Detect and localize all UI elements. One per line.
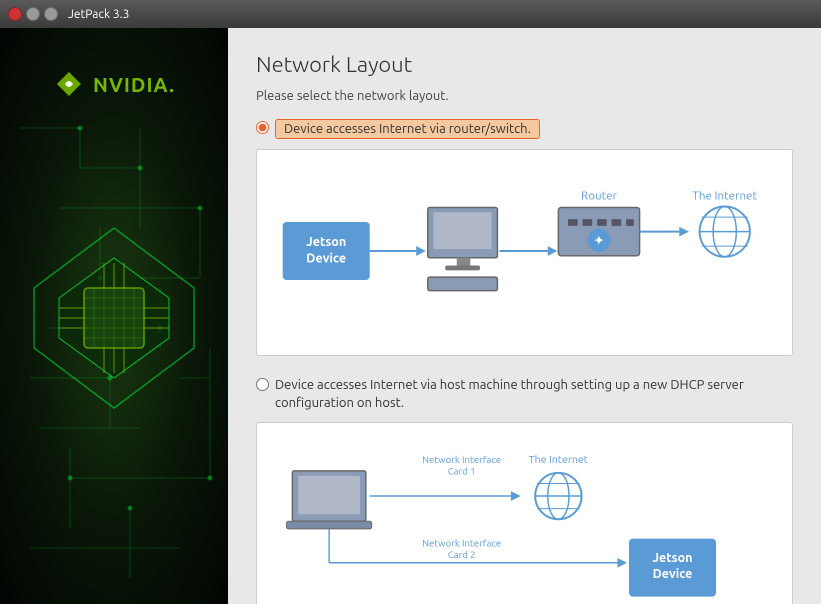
page-title: Network Layout — [256, 52, 793, 77]
svg-text:Device: Device — [306, 252, 346, 266]
content-area: Network Layout Please select the network… — [228, 28, 821, 604]
svg-text:Jetson: Jetson — [652, 551, 692, 565]
circuit-background — [0, 28, 228, 604]
window-title: JetPack 3.3 — [68, 8, 129, 21]
minimize-button[interactable] — [26, 7, 40, 21]
nvidia-logo: NVIDIA. — [53, 68, 175, 100]
option1-radio[interactable] — [256, 121, 269, 134]
svg-text:The Internet: The Internet — [529, 455, 589, 467]
maximize-button[interactable] — [44, 7, 58, 21]
option2-radio-row: Device accesses Internet via host machin… — [256, 376, 793, 412]
option1-radio-row: Device accesses Internet via router/swit… — [256, 119, 793, 139]
nvidia-wordmark: NVIDIA. — [93, 73, 175, 96]
diagram2: Network Interface Card 1 The Internet Ne… — [256, 422, 793, 604]
svg-text:✦: ✦ — [593, 232, 605, 248]
svg-text:Jetson: Jetson — [306, 235, 346, 249]
diagram2-svg: Network Interface Card 1 The Internet Ne… — [273, 439, 776, 604]
svg-text:Device: Device — [653, 568, 693, 582]
svg-text:Card 2: Card 2 — [448, 549, 476, 560]
page-subtitle: Please select the network layout. — [256, 89, 793, 103]
svg-text:Router: Router — [581, 190, 618, 203]
svg-text:Card 1: Card 1 — [448, 466, 476, 477]
option2-block: Device accesses Internet via host machin… — [256, 376, 793, 604]
main-container: NVIDIA. Network Layout Please select the… — [0, 28, 821, 604]
svg-text:Network Interface: Network Interface — [422, 538, 501, 549]
nvidia-icon — [53, 68, 85, 100]
close-button[interactable] — [8, 7, 22, 21]
svg-text:The Internet: The Internet — [692, 190, 757, 203]
diagram1: Jetson Device — [256, 149, 793, 356]
titlebar: JetPack 3.3 — [0, 0, 821, 28]
svg-text:Network Interface: Network Interface — [422, 455, 501, 466]
window-controls — [8, 7, 58, 21]
option1-label[interactable]: Device accesses Internet via router/swit… — [275, 119, 540, 139]
option2-radio[interactable] — [256, 378, 269, 391]
option2-label[interactable]: Device accesses Internet via host machin… — [275, 376, 793, 412]
sidebar: NVIDIA. — [0, 28, 228, 604]
diagram1-svg: Jetson Device — [273, 166, 776, 336]
option1-block: Device accesses Internet via router/swit… — [256, 119, 793, 356]
